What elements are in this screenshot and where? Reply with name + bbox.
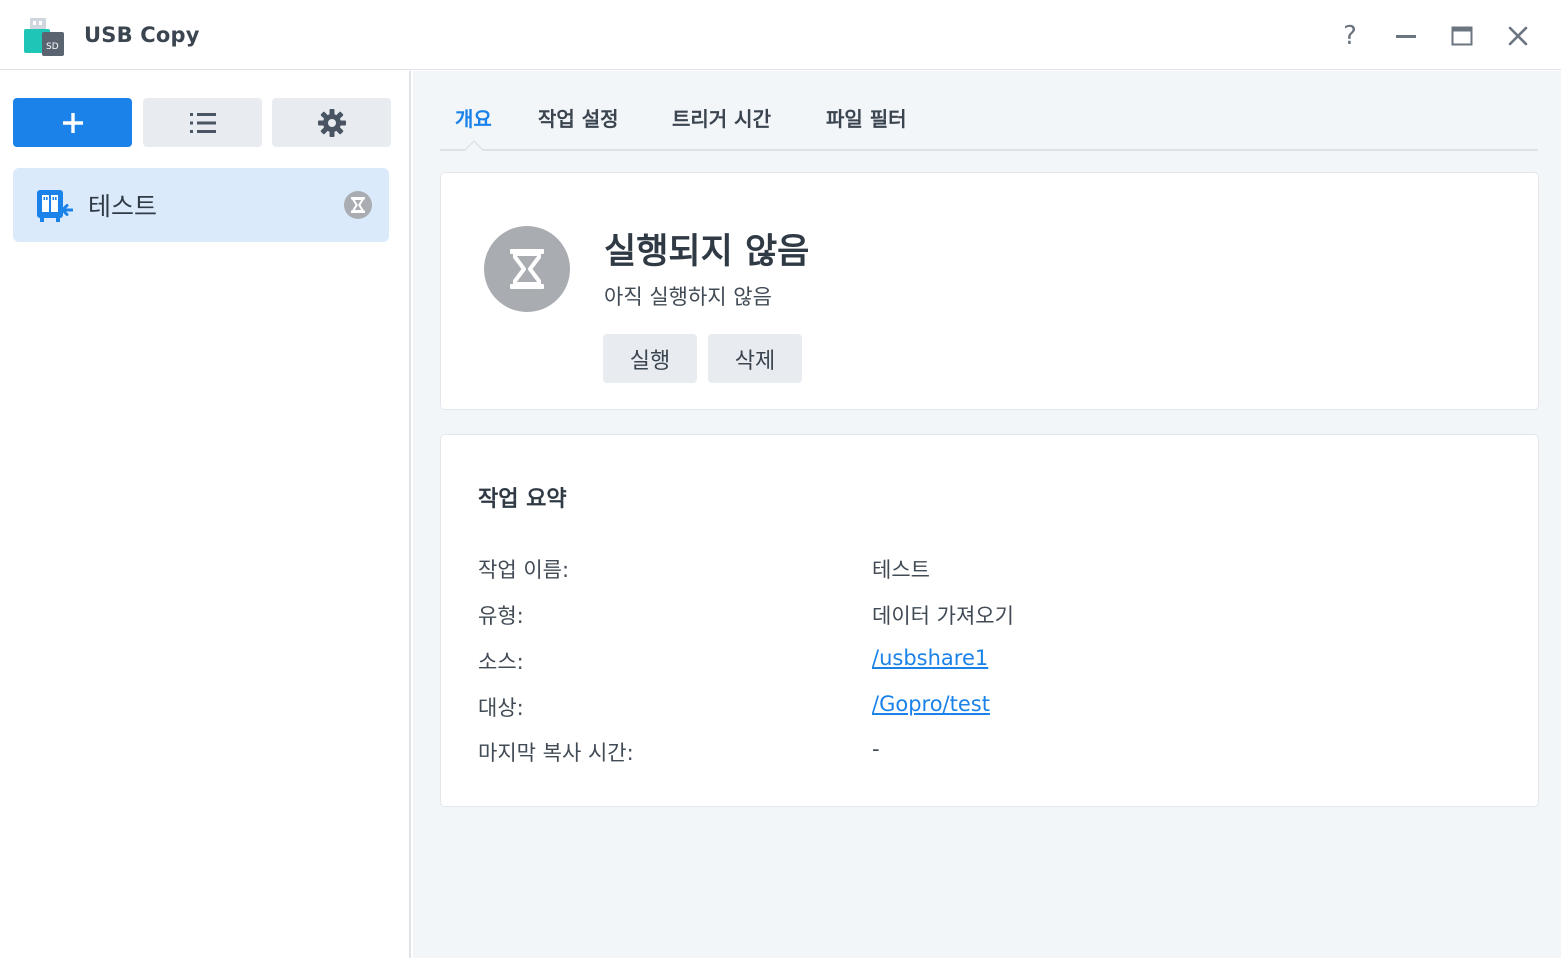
help-icon[interactable]: ? [1334,20,1366,52]
row-label: 유형: [478,604,524,628]
row-label: 마지막 복사 시간: [478,741,634,765]
tab-bar: 개요 작업 설정 트리거 시간 파일 필터 [440,71,1538,151]
tab-trigger-time[interactable]: 트리거 시간 [672,103,771,132]
maximize-icon[interactable] [1446,20,1478,52]
minimize-icon[interactable] [1390,20,1422,52]
row-value: 테스트 [872,558,930,582]
destination-path-link[interactable]: /Gopro/test [872,692,990,716]
hourglass-status-icon [344,191,372,219]
tab-task-settings[interactable]: 작업 설정 [538,103,619,132]
summary-row-type: 유형: 데이터 가져오기 [478,600,1498,630]
sidebar-task-item[interactable]: 테스트 [13,168,389,242]
settings-button[interactable] [272,98,391,147]
active-tab-indicator [464,139,484,151]
task-name-label: 테스트 [88,192,158,221]
summary-row-source: 소스: /usbshare1 [478,646,1498,676]
summary-row-last-copy-time: 마지막 복사 시간: - [478,737,1498,767]
status-title: 실행되지 않음 [604,232,810,272]
summary-row-destination: 대상: /Gopro/test [478,692,1498,722]
gear-icon [317,108,346,137]
run-button[interactable]: 실행 [603,334,697,383]
main-panel: 개요 작업 설정 트리거 시간 파일 필터 실행되지 않음 아직 실행하지 않음… [413,71,1561,958]
delete-button[interactable]: 삭제 [708,334,802,383]
row-value: 데이터 가져오기 [872,604,1014,628]
svg-text:SD: SD [46,42,59,52]
sidebar: 테스트 [0,71,411,958]
app-title: USB Copy [84,23,200,47]
summary-card: 작업 요약 작업 이름: 테스트 유형: 데이터 가져오기 소스: /usbsh… [440,434,1539,807]
source-path-link[interactable]: /usbshare1 [872,646,988,670]
import-task-icon [37,190,73,222]
tab-file-filter[interactable]: 파일 필터 [826,103,907,132]
row-label: 작업 이름: [478,558,570,582]
status-subtitle: 아직 실행하지 않음 [604,285,772,309]
list-icon [189,112,216,133]
row-label: 대상: [478,696,524,720]
close-icon[interactable] [1502,20,1534,52]
hourglass-icon [484,226,570,312]
status-card: 실행되지 않음 아직 실행하지 않음 실행 삭제 [440,172,1539,410]
add-task-button[interactable] [13,98,132,147]
row-label: 소스: [478,650,524,674]
usb-copy-app-icon: SD [24,18,64,56]
tab-overview[interactable]: 개요 [455,103,492,132]
task-list-button[interactable] [143,98,262,147]
summary-title: 작업 요약 [478,487,567,512]
plus-icon [62,112,83,133]
title-bar: SD USB Copy ? [0,0,1561,70]
summary-row-task-name: 작업 이름: 테스트 [478,554,1498,584]
row-value: - [872,737,880,761]
